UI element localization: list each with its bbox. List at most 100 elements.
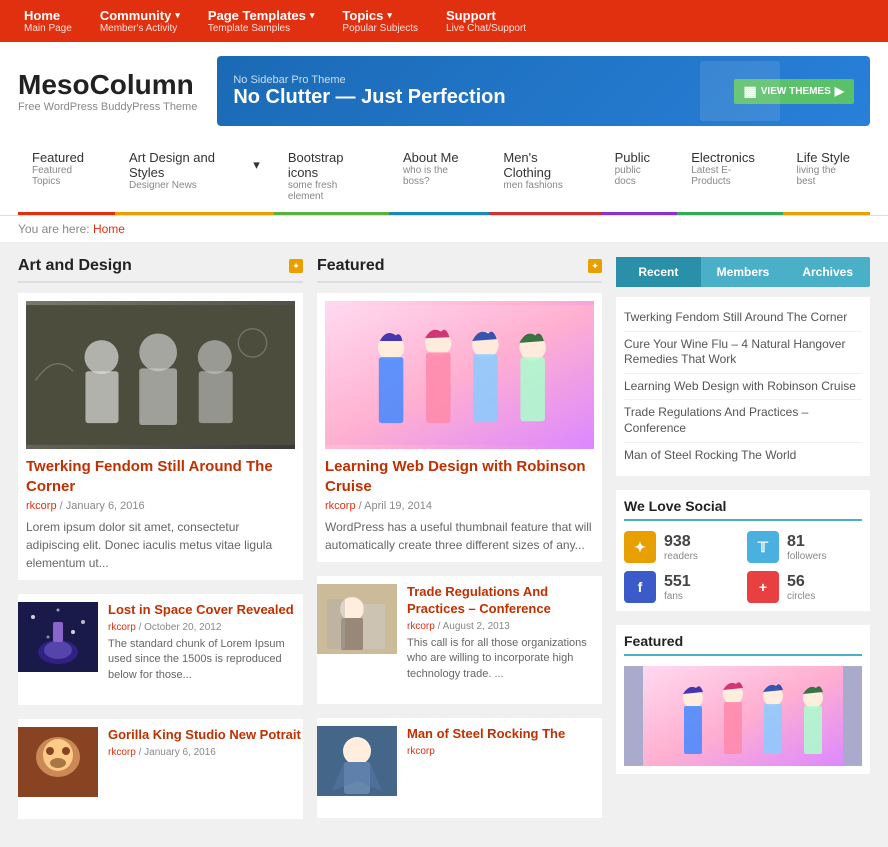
man-of-steel-author[interactable]: rkcorp bbox=[407, 746, 435, 757]
top-nav-item-support[interactable]: Support Live Chat/Support bbox=[432, 0, 540, 42]
cat-nav-sub-about-me: who is the boss? bbox=[403, 165, 475, 187]
social-label-twitter: followers bbox=[787, 551, 826, 562]
top-nav-label-topics: Topics ▾ bbox=[342, 8, 418, 23]
nav-arrow-page-templates: ▾ bbox=[310, 10, 315, 21]
cat-nav-item-about-me[interactable]: About Me who is the boss? bbox=[389, 140, 489, 215]
gorilla-king-date: January 6, 2016 bbox=[144, 747, 216, 758]
cat-nav-item-electronics[interactable]: Electronics Latest E-Products bbox=[677, 140, 782, 215]
art-design-main-author[interactable]: rkcorp bbox=[26, 500, 57, 512]
banner-big-text: No Clutter — Just Perfection bbox=[233, 86, 505, 109]
sidebar-tab-members[interactable]: Members bbox=[701, 257, 786, 287]
featured-main-title[interactable]: Learning Web Design with Robinson Cruise bbox=[325, 449, 594, 500]
nav-arrow-community: ▾ bbox=[175, 10, 180, 21]
space-image-svg bbox=[18, 602, 98, 672]
gorilla-king-image bbox=[18, 727, 98, 797]
cat-nav-label-electronics: Electronics bbox=[691, 150, 768, 165]
top-nav-sub-support: Live Chat/Support bbox=[446, 23, 526, 34]
cat-nav-sub-art-design: Designer News bbox=[129, 180, 260, 191]
banner-text-area: No Sidebar Pro Theme No Clutter — Just P… bbox=[233, 74, 505, 109]
social-item-gplus[interactable]: + 56 circles bbox=[747, 571, 862, 603]
cat-nav-label-featured: Featured bbox=[32, 150, 101, 165]
featured-main-date: April 19, 2014 bbox=[364, 500, 432, 512]
lost-in-space-content: Lost in Space Cover Revealed rkcorp / Oc… bbox=[108, 602, 303, 683]
lost-in-space-date: October 20, 2012 bbox=[144, 622, 221, 633]
banner-small-text: No Sidebar Pro Theme bbox=[233, 74, 505, 86]
lost-in-space-author[interactable]: rkcorp bbox=[108, 622, 136, 633]
lost-in-space-meta: rkcorp / October 20, 2012 bbox=[108, 622, 303, 633]
art-design-main-title[interactable]: Twerking Fendom Still Around The Corner bbox=[26, 449, 295, 500]
site-logo: MesoColumn Free WordPress BuddyPress The… bbox=[18, 69, 197, 113]
cat-nav-sub-mens-clothing: men fashions bbox=[503, 180, 586, 191]
social-info-rss: 938 readers bbox=[664, 533, 698, 562]
social-item-facebook[interactable]: f 551 fans bbox=[624, 571, 739, 603]
lost-in-space-image bbox=[18, 602, 98, 672]
cat-nav-item-lifestyle[interactable]: Life Style living the best bbox=[783, 140, 870, 215]
cat-nav-label-lifestyle: Life Style bbox=[797, 150, 856, 165]
art-design-main-article: Twerking Fendom Still Around The Corner … bbox=[18, 293, 303, 580]
art-design-main-meta: rkcorp / January 6, 2016 bbox=[26, 500, 295, 512]
sidebar-link-3[interactable]: Trade Regulations And Practices – Confer… bbox=[624, 400, 862, 442]
top-nav-sub-community: Member's Activity bbox=[100, 23, 180, 34]
featured-main-author[interactable]: rkcorp bbox=[325, 500, 356, 512]
trade-regulations-meta: rkcorp / August 2, 2013 bbox=[407, 621, 602, 632]
sidebar-link-1[interactable]: Cure Your Wine Flu – 4 Natural Hangover … bbox=[624, 332, 862, 374]
social-icon-gplus: + bbox=[747, 571, 779, 603]
featured-main-meta: rkcorp / April 19, 2014 bbox=[325, 500, 594, 512]
cat-nav-label-public: Public bbox=[615, 150, 664, 165]
art-design-section-header: Art and Design ✦ bbox=[18, 257, 303, 283]
social-section: We Love Social ✦ 938 readers 𝕋 81 follow… bbox=[616, 490, 870, 611]
social-icon-twitter: 𝕋 bbox=[747, 531, 779, 563]
social-item-rss[interactable]: ✦ 938 readers bbox=[624, 531, 739, 563]
top-nav-item-home[interactable]: Home Main Page bbox=[10, 0, 86, 42]
sidebar-link-0[interactable]: Twerking Fendom Still Around The Corner bbox=[624, 305, 862, 332]
cat-nav-item-public[interactable]: Public public docs bbox=[601, 140, 678, 215]
sidebar-tab-archives[interactable]: Archives bbox=[785, 257, 870, 287]
gorilla-king-author[interactable]: rkcorp bbox=[108, 747, 136, 758]
cat-nav-item-featured[interactable]: Featured Featured Topics bbox=[18, 140, 115, 215]
art-design-image-svg bbox=[26, 301, 295, 449]
top-nav-item-community[interactable]: Community ▾ Member's Activity bbox=[86, 0, 194, 42]
sidebar-link-2[interactable]: Learning Web Design with Robinson Cruise bbox=[624, 374, 862, 401]
man-of-steel-image bbox=[317, 726, 397, 796]
featured-small-article-1: Trade Regulations And Practices – Confer… bbox=[317, 576, 602, 704]
trade-regulations-article: Trade Regulations And Practices – Confer… bbox=[317, 584, 602, 682]
cat-nav-item-bootstrap[interactable]: Bootstrap icons some fresh element bbox=[274, 140, 389, 215]
lost-in-space-title[interactable]: Lost in Space Cover Revealed bbox=[108, 602, 303, 619]
site-name: MesoColumn bbox=[18, 69, 197, 101]
lost-in-space-excerpt: The standard chunk of Lorem Ipsum used s… bbox=[108, 637, 303, 683]
rss-icon-featured[interactable]: ✦ bbox=[588, 259, 602, 273]
social-item-twitter[interactable]: 𝕋 81 followers bbox=[747, 531, 862, 563]
cat-nav-item-mens-clothing[interactable]: Men's Clothing men fashions bbox=[489, 140, 600, 215]
cat-nav-sub-electronics: Latest E-Products bbox=[691, 165, 768, 187]
trade-regulations-author[interactable]: rkcorp bbox=[407, 621, 435, 632]
sidebar-tabs: RecentMembersArchives bbox=[616, 257, 870, 287]
top-nav-label-support: Support bbox=[446, 8, 526, 23]
man-of-steel-title[interactable]: Man of Steel Rocking The bbox=[407, 726, 602, 743]
top-nav-sub-topics: Popular Subjects bbox=[342, 23, 418, 34]
social-count-twitter: 81 bbox=[787, 533, 826, 551]
nav-arrow-topics: ▾ bbox=[387, 10, 392, 21]
top-nav-item-page-templates[interactable]: Page Templates ▾ Template Samples bbox=[194, 0, 329, 42]
top-nav-item-topics[interactable]: Topics ▾ Popular Subjects bbox=[328, 0, 432, 42]
cat-nav-item-art-design[interactable]: Art Design and Styles ▾ Designer News bbox=[115, 140, 274, 215]
social-label-facebook: fans bbox=[664, 591, 691, 602]
arrow-right-icon: ▶ bbox=[835, 84, 844, 98]
gorilla-king-title[interactable]: Gorilla King Studio New Potrait bbox=[108, 727, 303, 744]
trade-regulations-title[interactable]: Trade Regulations And Practices – Confer… bbox=[407, 584, 602, 618]
art-design-small-article-1: Lost in Space Cover Revealed rkcorp / Oc… bbox=[18, 594, 303, 705]
rss-icon-art[interactable]: ✦ bbox=[289, 259, 303, 273]
breadcrumb: You are here: Home bbox=[0, 216, 888, 243]
social-info-twitter: 81 followers bbox=[787, 533, 826, 562]
sidebar-link-4[interactable]: Man of Steel Rocking The World bbox=[624, 443, 862, 469]
social-info-gplus: 56 circles bbox=[787, 573, 815, 602]
featured-main-article: Learning Web Design with Robinson Cruise… bbox=[317, 293, 602, 562]
trade-image-svg bbox=[317, 584, 397, 654]
steel-image-svg bbox=[317, 726, 397, 796]
top-navigation: Home Main Page Community ▾ Member's Acti… bbox=[0, 0, 888, 42]
top-nav-sub-home: Main Page bbox=[24, 23, 72, 34]
sidebar-tab-recent[interactable]: Recent bbox=[616, 257, 701, 287]
category-navigation: Featured Featured Topics Art Design and … bbox=[0, 140, 888, 216]
breadcrumb-home-link[interactable]: Home bbox=[93, 222, 125, 236]
site-tagline: Free WordPress BuddyPress Theme bbox=[18, 101, 197, 113]
main-content: Art and Design ✦ bbox=[0, 243, 888, 847]
